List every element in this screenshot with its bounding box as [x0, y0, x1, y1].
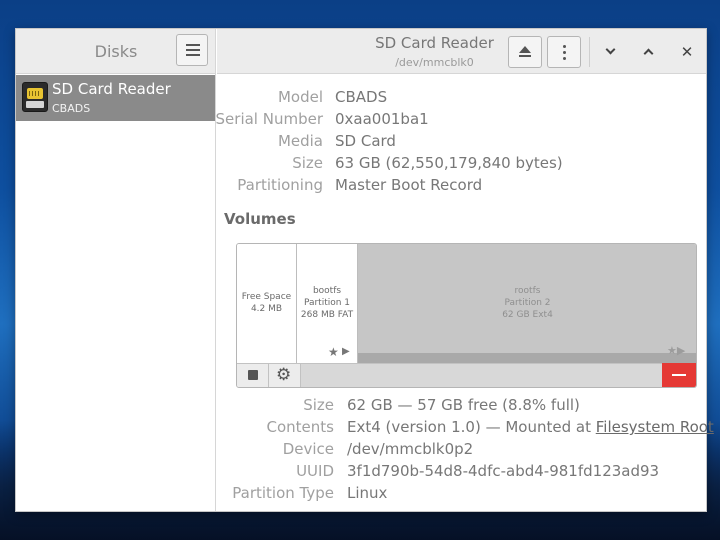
- minimize-button[interactable]: [600, 41, 622, 63]
- unmount-button[interactable]: [237, 364, 269, 387]
- eject-icon: [519, 46, 531, 53]
- contents-label: Contents: [266, 418, 334, 436]
- volume-rootfs[interactable]: rootfs Partition 2 62 GB Ext4: [358, 244, 696, 363]
- gear-icon: ⚙: [276, 365, 292, 385]
- minus-icon: [672, 374, 686, 376]
- partition-row-type: Partition Type Linux: [217, 484, 706, 506]
- partition-row-contents: Contents Ext4 (version 1.0) — Mounted at…: [217, 418, 714, 440]
- more-options-button[interactable]: [547, 36, 581, 68]
- partition-size-value: 62 GB — 57 GB free (8.8% full): [347, 396, 580, 414]
- uuid-value: 3f1d790b-54d8-4dfc-abd4-981fd123ad93: [347, 462, 660, 480]
- size-value: 63 GB (62,550,179,840 bytes): [335, 154, 563, 172]
- minimize-icon: [605, 44, 616, 55]
- drive-name: SD Card Reader: [52, 80, 171, 98]
- star-icon: ★: [328, 345, 339, 359]
- media-label: Media: [277, 132, 323, 150]
- partition-options-button[interactable]: ⚙: [269, 364, 301, 387]
- rootfs-mount-icons: ★▶: [667, 344, 686, 357]
- mounted-play-icon: ▶: [342, 346, 350, 357]
- bootfs-name: bootfs: [312, 286, 342, 296]
- volume-free-space[interactable]: Free Space 4.2 MB: [237, 244, 297, 363]
- partition-row-device: Device /dev/mmcblk0p2: [217, 440, 706, 462]
- rootfs-detail: 62 GB Ext4: [502, 310, 553, 320]
- volume-map: Free Space 4.2 MB bootfs Partition 1 268…: [236, 243, 697, 388]
- partition-row-size: Size 62 GB — 57 GB free (8.8% full): [217, 396, 706, 418]
- eject-button[interactable]: [508, 36, 542, 68]
- hamburger-menu-button[interactable]: [176, 34, 208, 66]
- free-space-size: 4.2 MB: [250, 304, 283, 314]
- maximize-icon: [643, 48, 654, 59]
- volume-toolbar: ⚙: [237, 363, 696, 387]
- disks-window: Disks SD Card Reader CBADS SD Card Reade…: [15, 28, 714, 512]
- info-row-model: Model CBADS: [217, 88, 706, 110]
- device-label: Device: [282, 440, 334, 458]
- sidebar-item-sd-card-reader[interactable]: SD Card Reader CBADS: [16, 75, 215, 121]
- header-title: SD Card Reader: [375, 34, 494, 52]
- serial-value: 0xaa001ba1: [335, 110, 429, 128]
- main-pane: SD Card Reader /dev/mmcblk0 ✕ Model CBAD…: [215, 29, 714, 511]
- free-space-label: Free Space: [241, 292, 292, 302]
- header-bar: SD Card Reader /dev/mmcblk0 ✕: [217, 29, 706, 74]
- stop-icon: [248, 370, 258, 380]
- sidebar: Disks SD Card Reader CBADS: [16, 29, 216, 511]
- model-value: CBADS: [335, 88, 388, 106]
- header-subtitle: /dev/mmcblk0: [395, 56, 474, 69]
- close-icon: ✕: [680, 43, 694, 61]
- maximize-button[interactable]: [638, 41, 660, 63]
- partition-row-uuid: UUID 3f1d790b-54d8-4dfc-abd4-981fd123ad9…: [217, 462, 706, 484]
- device-value: /dev/mmcblk0p2: [347, 440, 474, 458]
- serial-label: Serial Number: [215, 110, 323, 128]
- rootfs-name: rootfs: [514, 286, 541, 296]
- partition-type-value: Linux: [347, 484, 388, 502]
- volumes-heading: Volumes: [224, 210, 296, 228]
- bootfs-detail: 268 MB FAT: [300, 310, 354, 320]
- info-row-serial: Serial Number 0xaa001ba1: [215, 110, 706, 132]
- partitioning-label: Partitioning: [237, 176, 323, 194]
- info-row-media: Media SD Card: [217, 132, 706, 154]
- contents-text: Ext4 (version 1.0) — Mounted at: [347, 418, 596, 436]
- filesystem-root-link[interactable]: Filesystem Root: [596, 418, 714, 436]
- contents-value: Ext4 (version 1.0) — Mounted at Filesyst…: [347, 418, 714, 436]
- model-label: Model: [277, 88, 323, 106]
- hamburger-icon: [186, 44, 200, 46]
- close-button[interactable]: ✕: [676, 41, 698, 63]
- rootfs-partition: Partition 2: [504, 298, 551, 308]
- rootfs-selection-bar: [358, 353, 696, 363]
- partition-type-label: Partition Type: [232, 484, 334, 502]
- drive-subtitle: CBADS: [52, 102, 91, 115]
- bootfs-partition: Partition 1: [303, 298, 351, 308]
- partition-size-label: Size: [303, 396, 334, 414]
- media-value: SD Card: [335, 132, 396, 150]
- header-separator: [589, 37, 590, 67]
- uuid-label: UUID: [296, 462, 334, 480]
- sidebar-header: Disks: [16, 29, 215, 74]
- partitioning-value: Master Boot Record: [335, 176, 483, 194]
- sd-card-icon: [22, 82, 48, 112]
- delete-partition-button[interactable]: [662, 363, 696, 387]
- info-row-partitioning: Partitioning Master Boot Record: [217, 176, 706, 198]
- info-row-size: Size 63 GB (62,550,179,840 bytes): [217, 154, 706, 176]
- size-label: Size: [292, 154, 323, 172]
